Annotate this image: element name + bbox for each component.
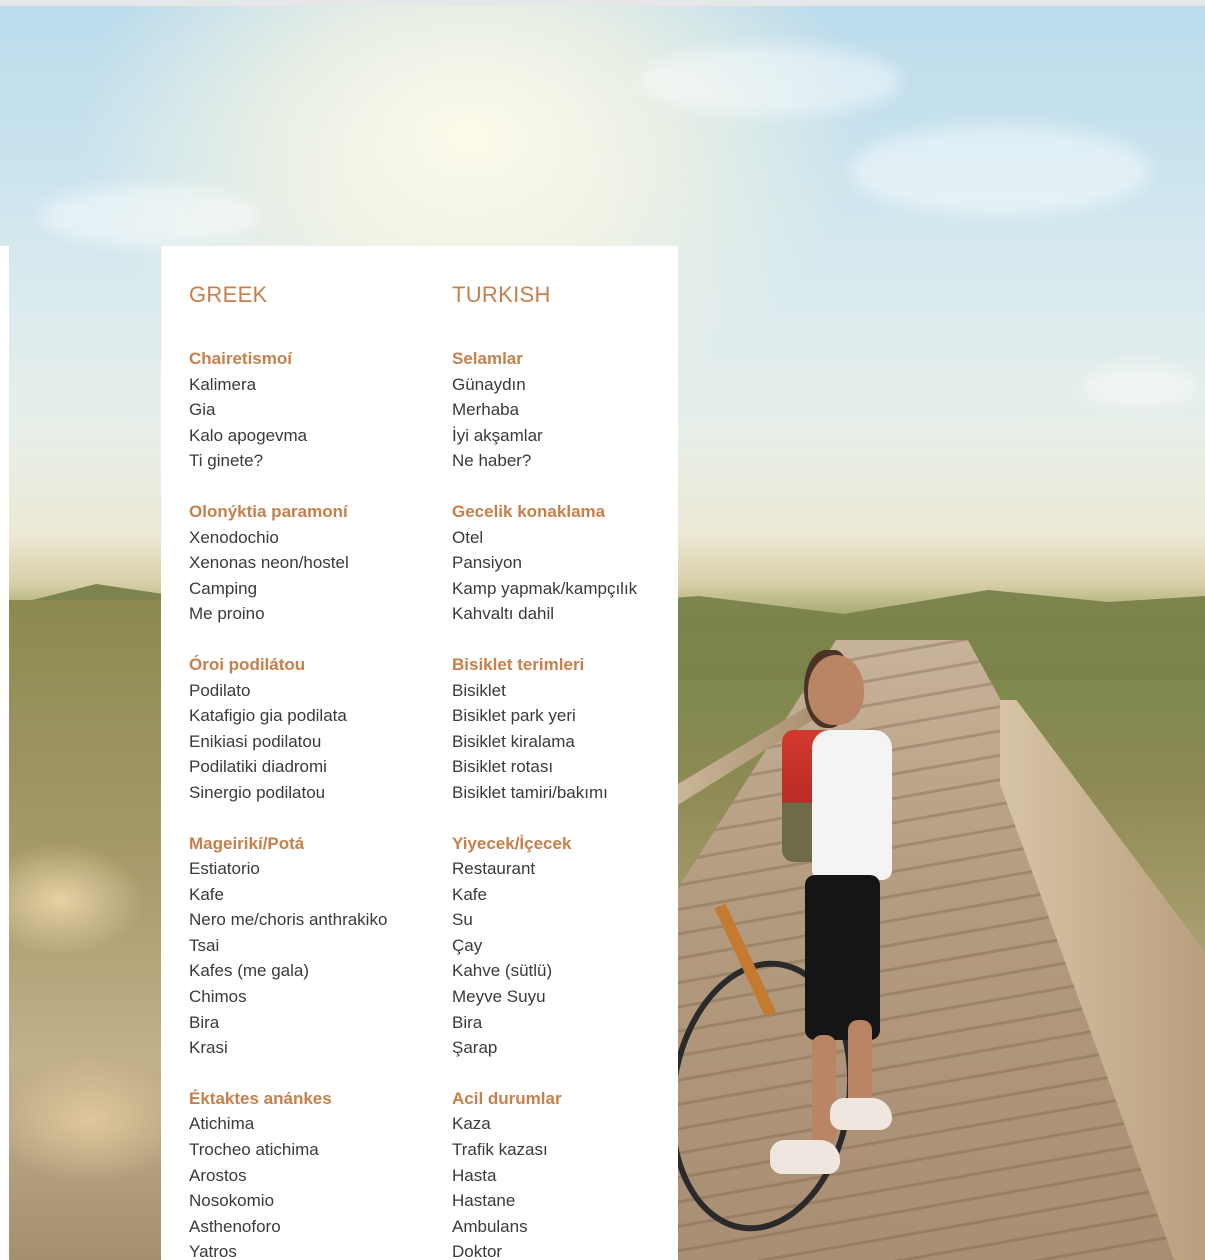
phrase-term: Çay [452, 935, 483, 955]
phrase-section: Bisiklet terimleri Bisiklet Bisiklet park … [452, 652, 712, 806]
phrase-term: Doktor [452, 1242, 503, 1260]
page: GREEK Chairetismoí Kalimera Gia Kalo apogev… [0, 0, 1205, 1260]
phrase-term: Estiatorio [189, 859, 260, 879]
section-title: Olonýktia paramoní [189, 501, 348, 521]
phrase-term: Enikiasi podilatou [189, 731, 322, 751]
phrase-section: Chairetismoí Kalimera Gia Kalo apogevma Ti g… [189, 346, 449, 474]
phrase-section: Olonýktia paramoní Xenodochio Xenonas neon… [189, 499, 449, 627]
phrase-term: Xenodochio [189, 527, 279, 547]
section-title: Yiyecek/İçecek [452, 833, 572, 853]
phrase-term: Gia [189, 400, 216, 420]
phrase-term: Kafe [452, 884, 487, 904]
phrase-term: Podilatiki diadromi [189, 757, 327, 777]
phrase-term: Nosokomio [189, 1191, 275, 1211]
phrase-term: Ti ginete? [189, 451, 264, 471]
phrase-term: Kahvaltı dahil [452, 604, 555, 624]
section-title: Selamlar [452, 349, 523, 368]
phrase-section: Óroi podilátou Podilato Katafigio gia podi… [189, 652, 449, 806]
greek-title: GREEK [189, 282, 268, 307]
phrase-section: Yiyecek/İçecek Restaurant Kafe Su Çay Kahve (… [452, 831, 712, 1061]
phrase-term: Merhaba [452, 400, 520, 420]
phrase-section: Selamlar Günaydın Merhaba İyi akşamlar Ne ha… [452, 346, 712, 474]
person-leg [812, 1035, 836, 1145]
sneaker [830, 1098, 892, 1130]
phrase-term: Kahve (sütlü) [452, 961, 553, 981]
person-head [808, 655, 864, 725]
phrasebook-card: GREEK Chairetismoí Kalimera Gia Kalo apogev… [161, 246, 678, 1260]
phrase-term: Şarap [452, 1038, 498, 1058]
person-leg [848, 1020, 872, 1110]
cloud [1080, 366, 1200, 406]
phrase-term: Bisiklet tamiri/bakımı [452, 782, 608, 802]
phrase-term: Camping [189, 578, 258, 598]
phrase-term: Pansiyon [452, 553, 522, 573]
turkish-title: TURKISH [452, 282, 551, 307]
phrase-term: Podilato [189, 680, 251, 700]
phrase-term: Ambulans [452, 1216, 528, 1236]
phrase-term: Trocheo atichima [189, 1140, 319, 1160]
phrase-term: Bira [189, 1012, 220, 1032]
cloud [640, 46, 900, 116]
phrase-term: Yatros [189, 1242, 237, 1260]
phrase-term: Kafe [189, 884, 224, 904]
phrase-term: Kamp yapmak/kampçılık [452, 578, 638, 598]
phrase-section: Acil durumlar Kaza Trafik kazası Hasta Hasta… [452, 1086, 712, 1260]
greek-sections: Chairetismoí Kalimera Gia Kalo apogevma Ti g… [189, 346, 449, 1260]
phrase-term: Me proino [189, 604, 265, 624]
section-title: Mageirikí/Potá [189, 833, 305, 853]
phrase-term: Ne haber? [452, 451, 532, 471]
section-title: Bisiklet terimleri [452, 654, 585, 674]
previous-card-edge [0, 246, 9, 1260]
phrase-term: Katafigio gia podilata [189, 706, 347, 726]
phrase-term: Kafes (me gala) [189, 961, 309, 981]
phrase-term: Günaydın [452, 374, 526, 394]
phrase-term: Bira [452, 1012, 483, 1032]
phrase-term: Bisiklet kiralama [452, 731, 575, 751]
section-title: Chairetismoí [189, 349, 292, 368]
phrase-term: Bisiklet park yeri [452, 706, 576, 726]
phrase-term: Trafik kazası [452, 1140, 548, 1160]
phrase-term: Hastane [452, 1191, 516, 1211]
phrase-section: Gecelik konaklama Otel Pansiyon Kamp yapmak… [452, 499, 712, 627]
sneaker [770, 1140, 840, 1174]
phrase-term: Asthenoforo [189, 1216, 281, 1236]
phrase-term: Meyve Suyu [452, 987, 546, 1007]
phrase-term: Atichima [189, 1114, 255, 1134]
phrase-term: Krasi [189, 1038, 228, 1058]
phrase-term: Arostos [189, 1165, 247, 1185]
person-shorts [805, 875, 880, 1040]
phrase-term: Kalimera [189, 374, 257, 394]
phrase-section: Mageirikí/Potá Estiatorio Kafe Nero me/chor… [189, 831, 449, 1061]
person-shirt [812, 730, 892, 880]
sand-dunes [0, 600, 180, 1260]
cloud [850, 126, 1150, 216]
section-title: Éktaktes anánkes [189, 1088, 332, 1108]
top-strip [0, 0, 1205, 6]
phrase-term: Su [452, 910, 473, 930]
turkish-sections: Selamlar Günaydın Merhaba İyi akşamlar Ne ha… [452, 346, 712, 1260]
phrase-term: Bisiklet [452, 680, 506, 700]
phrase-term: Nero me/choris anthrakiko [189, 910, 388, 930]
phrase-term: Xenonas neon/hostel [189, 553, 349, 573]
cloud [40, 186, 260, 246]
phrase-term: İyi akşamlar [452, 425, 543, 445]
section-title: Acil durumlar [452, 1088, 562, 1108]
phrase-term: Bisiklet rotası [452, 757, 554, 777]
phrase-term: Restaurant [452, 859, 536, 879]
phrase-term: Hasta [452, 1165, 497, 1185]
phrase-term: Kaza [452, 1114, 491, 1134]
phrase-term: Otel [452, 527, 484, 547]
phrase-section: Éktaktes anánkes Atichima Trocheo atichima… [189, 1086, 449, 1260]
section-title: Gecelik konaklama [452, 501, 606, 521]
phrase-term: Sinergio podilatou [189, 782, 326, 802]
section-title: Óroi podilátou [189, 654, 306, 674]
phrase-term: Tsai [189, 935, 220, 955]
phrase-term: Chimos [189, 987, 247, 1007]
phrase-term: Kalo apogevma [189, 425, 308, 445]
